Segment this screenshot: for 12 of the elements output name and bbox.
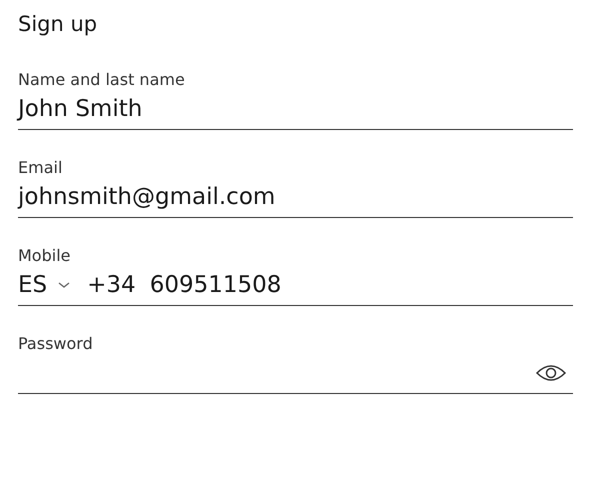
field-label: Password: [18, 334, 93, 353]
phone-field[interactable]: ES +34 609511508: [18, 265, 573, 306]
text-field[interactable]: John Smith: [18, 89, 573, 130]
field-label: Name and last name: [18, 70, 185, 89]
country-selector[interactable]: ES: [18, 272, 48, 298]
page-title: Sign up: [18, 12, 98, 36]
phone-prefix: +34: [87, 272, 136, 298]
field-label: Mobile: [18, 246, 70, 265]
text-field[interactable]: johnsmith@gmail.com: [18, 177, 573, 218]
field-label: Email: [18, 158, 62, 177]
chevron-down-icon[interactable]: [57, 280, 72, 290]
phone-number: 609511508: [150, 272, 282, 298]
